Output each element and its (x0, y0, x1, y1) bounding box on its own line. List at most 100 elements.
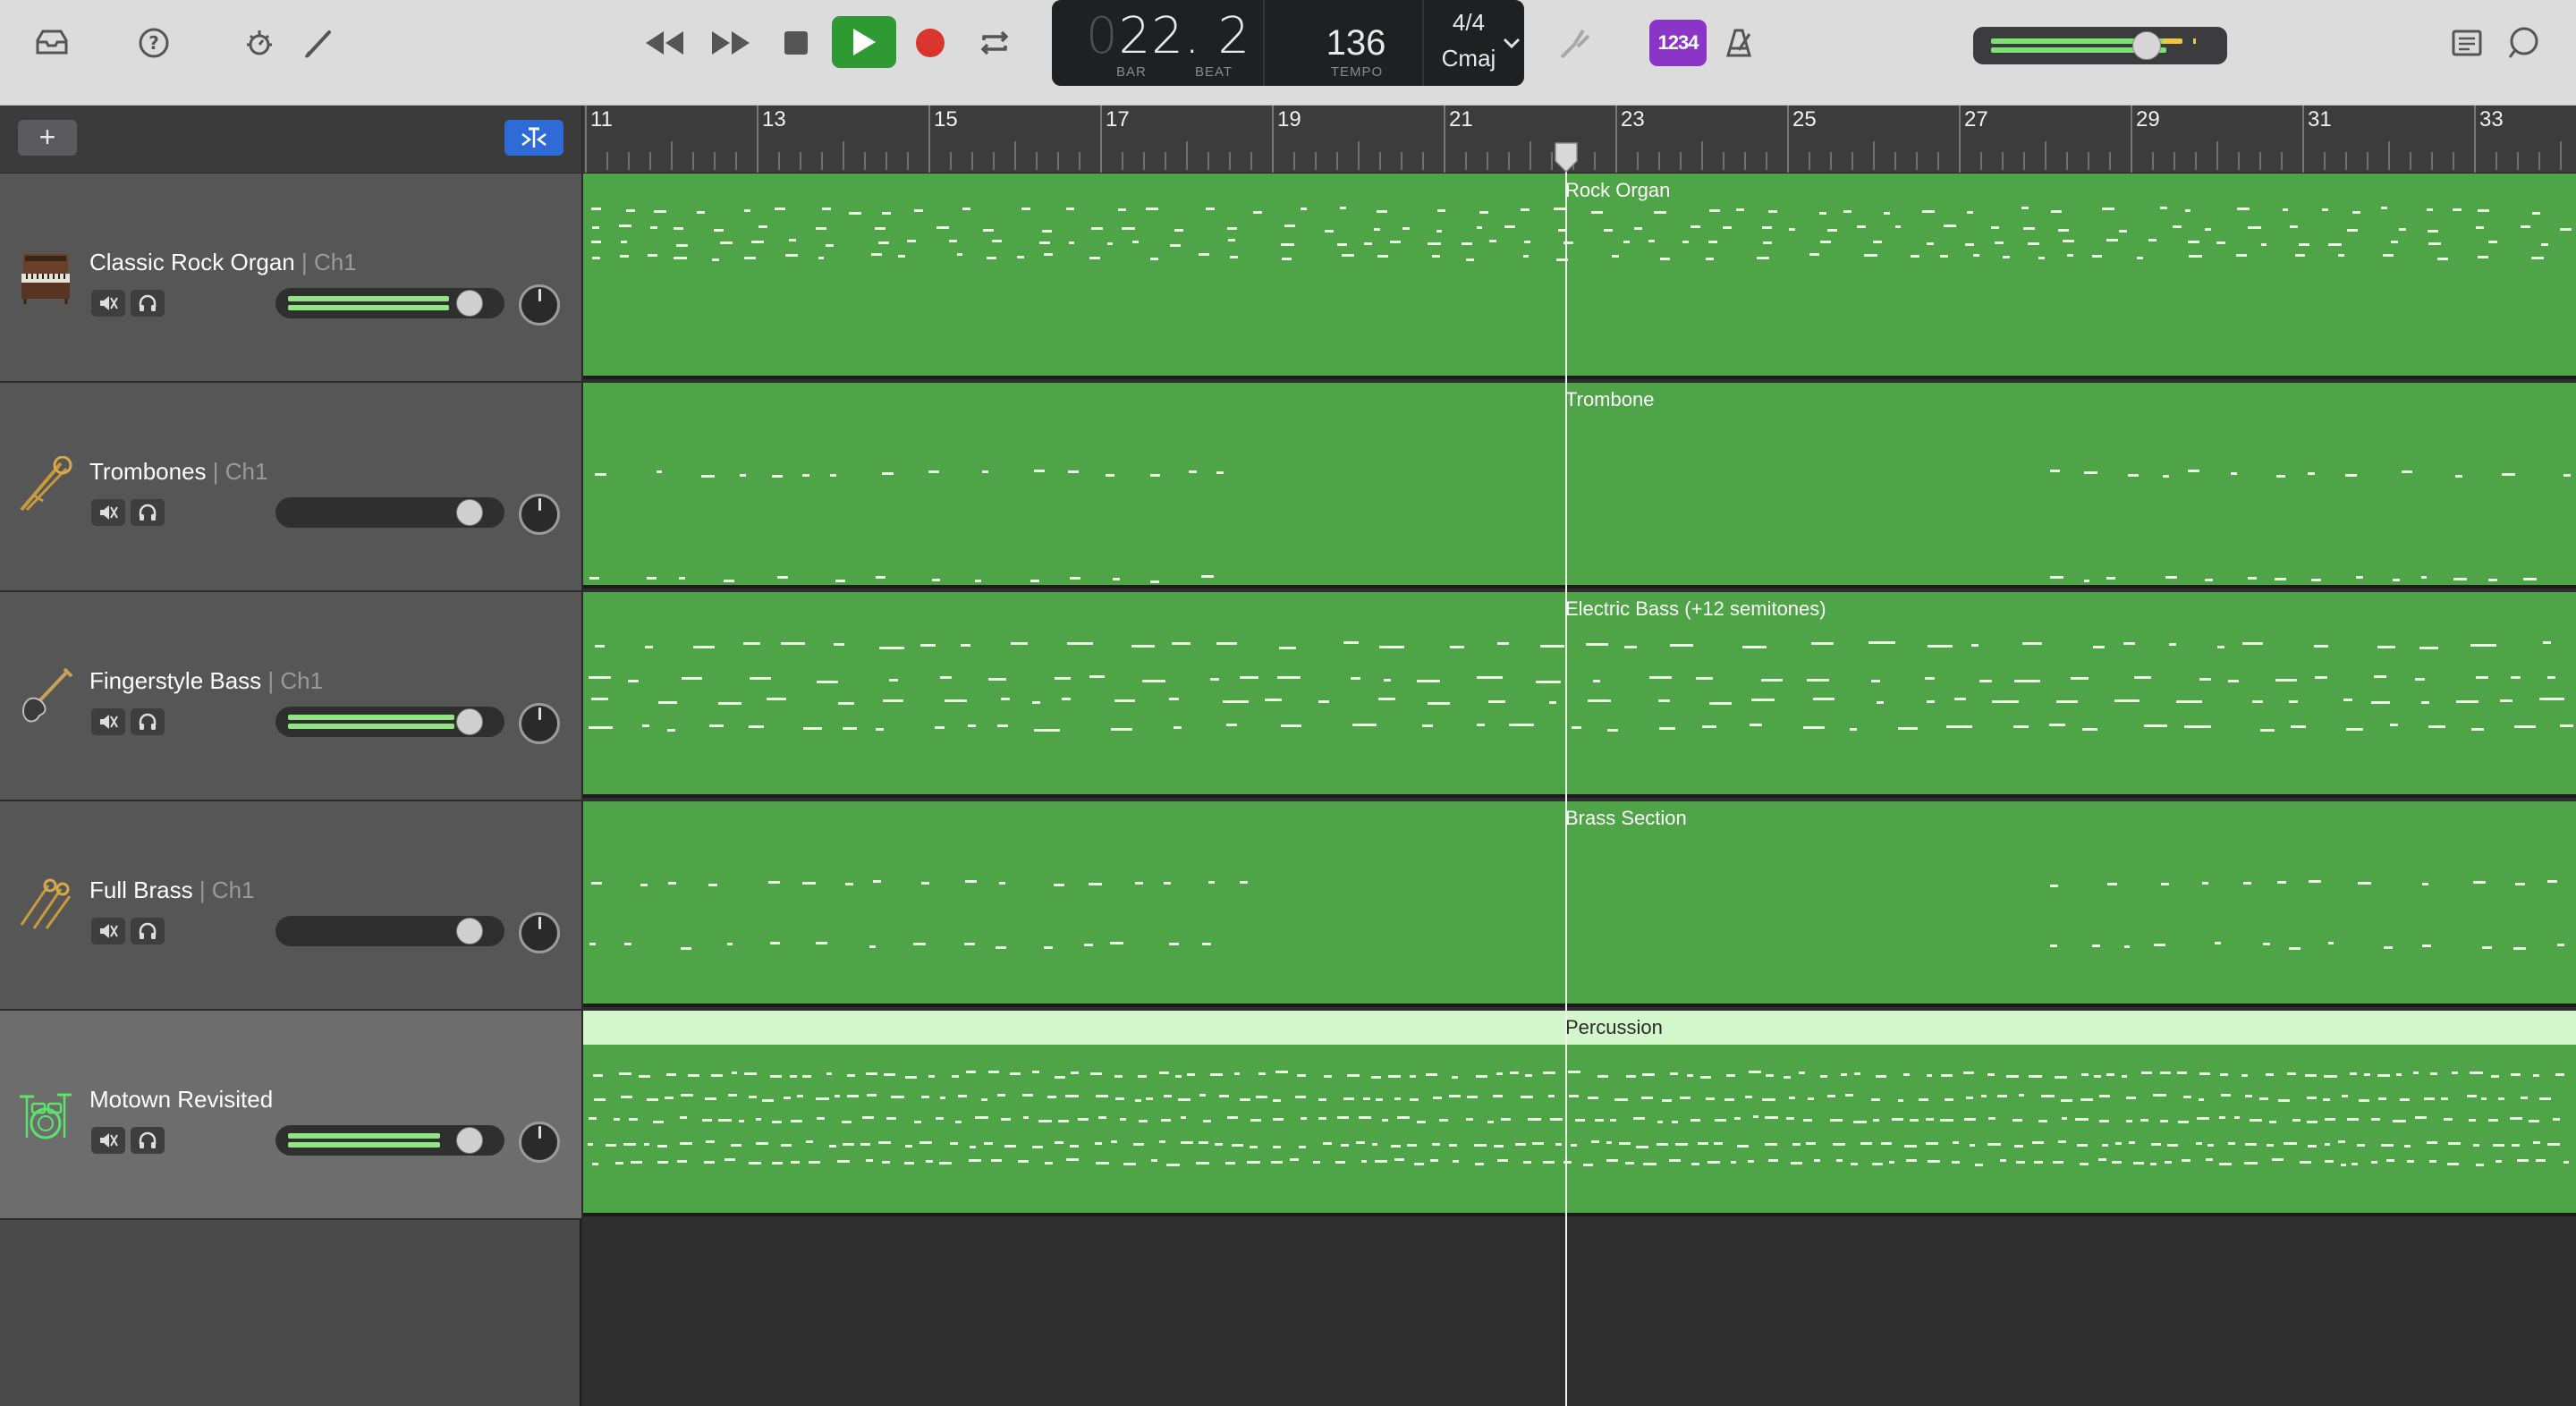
pan-knob[interactable] (519, 494, 560, 535)
mute-button[interactable] (91, 708, 125, 735)
mute-button[interactable] (91, 1127, 125, 1154)
lcd-key[interactable]: Cmaj (1431, 45, 1506, 72)
midi-note (882, 1161, 890, 1164)
timeline-ruler[interactable]: 11 13 15 17 19 21 23 25 27 29 31 33 (583, 106, 2576, 174)
midi-note (884, 1073, 895, 1076)
midi-note (1021, 208, 1030, 210)
lcd-chevron-down-icon[interactable] (1499, 30, 1524, 55)
tracks-area[interactable]: Rock Organ Trombone Electric Bass (+12 s… (583, 174, 2576, 1406)
midi-note (983, 229, 994, 232)
metronome-icon[interactable] (1719, 23, 1758, 63)
track-volume-slider[interactable] (275, 916, 504, 946)
record-icon[interactable] (911, 23, 950, 63)
track-volume-slider[interactable] (275, 497, 504, 528)
midi-note (904, 1162, 914, 1165)
smart-controls-icon[interactable] (240, 23, 279, 63)
help-icon[interactable]: ? (134, 25, 174, 61)
midi-note (1619, 1142, 1631, 1145)
track-header-full-brass[interactable]: Full Brass | Ch1 (0, 801, 581, 1011)
loops-icon[interactable] (2503, 23, 2546, 63)
midi-note (1382, 1119, 1388, 1122)
cycle-icon[interactable] (973, 23, 1016, 63)
notepad-icon[interactable] (2445, 23, 2488, 63)
midi-note (1078, 1118, 1089, 1121)
midi-note (1047, 1096, 1056, 1098)
midi-note (2523, 578, 2537, 580)
track-volume-knob[interactable] (456, 499, 483, 526)
mute-button[interactable] (91, 918, 125, 944)
region-electric-bass[interactable]: Electric Bass (+12 semitones) (583, 592, 2576, 798)
midi-note (2453, 578, 2467, 580)
rewind-icon[interactable] (640, 23, 687, 63)
pan-knob[interactable] (519, 912, 560, 953)
midi-note (1132, 241, 1139, 243)
track-header-trombones[interactable]: Trombones | Ch1 (0, 383, 581, 592)
track-volume-slider[interactable] (275, 1125, 504, 1156)
count-in-button[interactable]: 1234 (1649, 20, 1707, 66)
midi-note (1550, 1118, 1563, 1121)
add-track-button[interactable]: + (18, 120, 77, 156)
playhead-line[interactable] (1565, 145, 1567, 1406)
region-label: Brass Section (1565, 807, 1687, 829)
midi-note (2563, 474, 2571, 477)
mute-button[interactable] (91, 499, 125, 526)
midi-note (2084, 580, 2089, 582)
stop-icon[interactable] (776, 23, 816, 63)
ruler-beat-tick (2066, 152, 2068, 170)
midi-note (1107, 242, 1113, 245)
track-header-classic-rock-organ[interactable]: Classic Rock Organ | Ch1 (0, 174, 581, 383)
midi-note (1215, 1143, 1223, 1146)
play-button[interactable] (832, 16, 896, 68)
fast-forward-icon[interactable] (708, 23, 755, 63)
headphones-button[interactable] (131, 708, 165, 735)
track-volume-knob[interactable] (456, 918, 483, 944)
midi-note (714, 229, 724, 232)
track-header-motown-revisited[interactable]: Motown Revisited (0, 1011, 581, 1220)
ruler-beat-tick (907, 152, 909, 170)
midi-note (1376, 1098, 1383, 1101)
midi-note (816, 227, 826, 230)
midi-note (1742, 646, 1767, 648)
lcd-display[interactable]: 022. 2 BAR BEAT 136 TEMPO 4/4 Cmaj (1052, 0, 1524, 86)
library-icon[interactable] (27, 25, 77, 61)
master-volume-slider[interactable] (1973, 27, 2227, 64)
lcd-tempo[interactable]: 136 (1293, 23, 1419, 64)
region-trombone[interactable]: Trombone (583, 383, 2576, 589)
headphones-button[interactable] (131, 290, 165, 317)
pan-knob[interactable] (519, 284, 560, 326)
ruler-bar-tick (1615, 106, 1617, 173)
track-volume-knob[interactable] (456, 708, 483, 735)
midi-note (1830, 1119, 1843, 1122)
track-volume-slider[interactable] (275, 288, 504, 318)
ruler-beat-tick (1401, 152, 1402, 170)
editors-icon[interactable] (299, 23, 338, 63)
tuner-icon[interactable] (1555, 23, 1597, 63)
midi-note (1591, 211, 1603, 214)
region-rock-organ[interactable]: Rock Organ (583, 174, 2576, 379)
mute-button[interactable] (91, 290, 125, 317)
midi-note (589, 943, 596, 945)
pan-knob[interactable] (519, 1122, 560, 1163)
ruler-beat-tick (971, 152, 973, 170)
midi-note (2419, 647, 2438, 649)
lcd-time-signature[interactable]: 4/4 (1431, 9, 1506, 37)
headphones-button[interactable] (131, 499, 165, 526)
midi-note (1069, 241, 1074, 244)
track-volume-knob[interactable] (456, 290, 483, 317)
midi-note (1150, 258, 1158, 260)
midi-note (996, 946, 1006, 949)
track-header-fingerstyle-bass[interactable]: Fingerstyle Bass | Ch1 (0, 592, 581, 801)
catch-playhead-button[interactable] (504, 120, 564, 156)
midi-note (2161, 883, 2169, 885)
headphones-button[interactable] (131, 918, 165, 944)
master-volume-knob[interactable] (2132, 31, 2161, 60)
headphones-button[interactable] (131, 1127, 165, 1154)
midi-note (1432, 255, 1440, 258)
midi-note (2283, 208, 2288, 211)
playhead-handle[interactable] (1554, 141, 1579, 174)
region-percussion[interactable]: Percussion (583, 1011, 2576, 1216)
track-volume-knob[interactable] (456, 1127, 483, 1154)
track-volume-slider[interactable] (275, 707, 504, 737)
pan-knob[interactable] (519, 703, 560, 744)
region-brass-section[interactable]: Brass Section (583, 801, 2576, 1007)
